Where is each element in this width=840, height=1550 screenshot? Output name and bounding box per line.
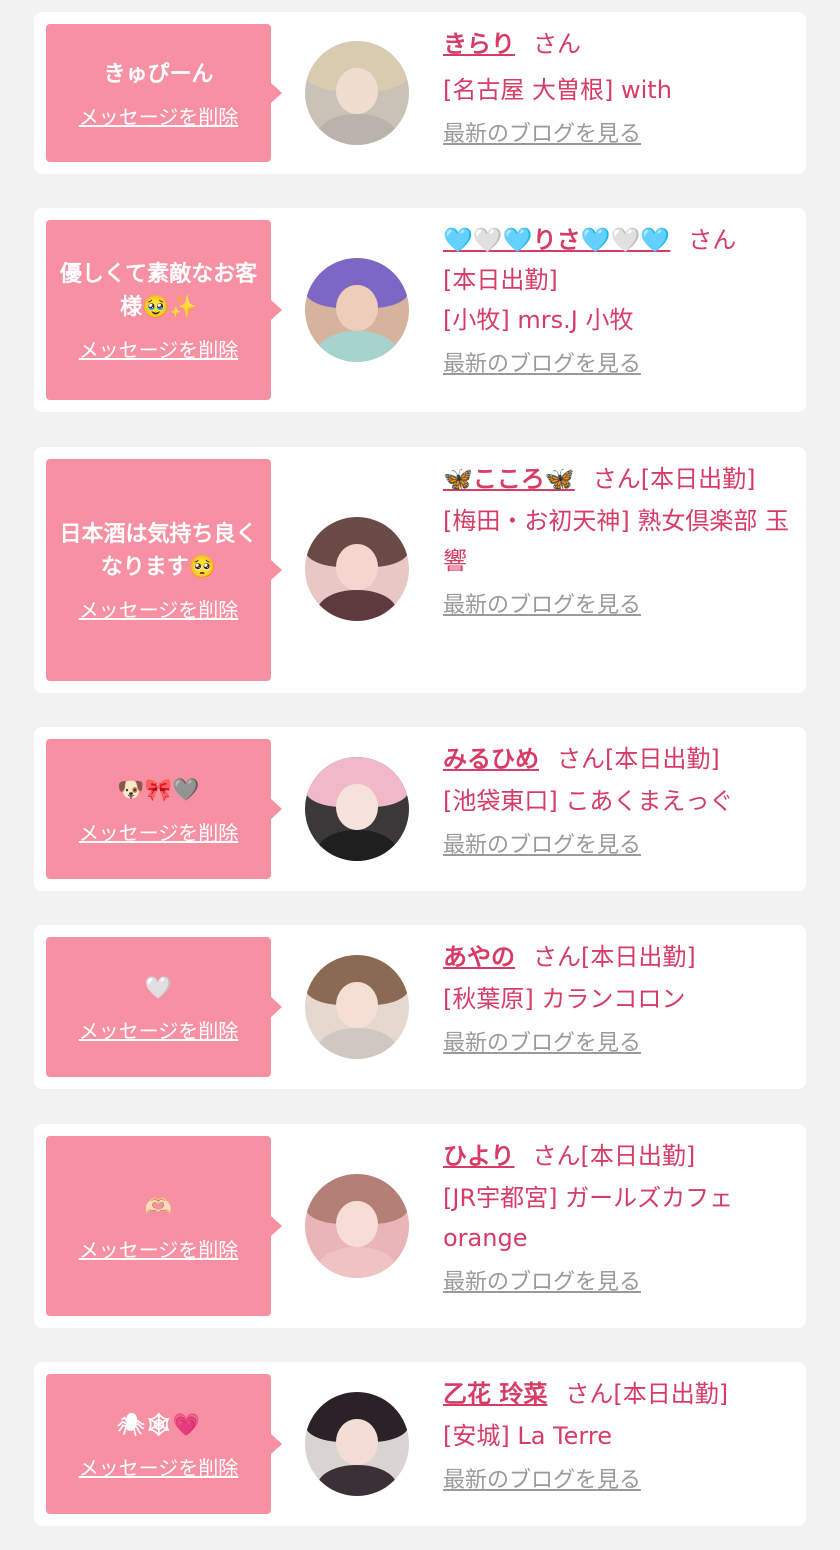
cast-info: ひより さん[本日出勤] [JR宇都宮] ガールズカフェorange 最新のブログ… [443, 1136, 795, 1301]
delete-message-link[interactable]: メッセージを削除 [79, 105, 239, 129]
honorific: さん [533, 30, 581, 58]
avatar[interactable] [305, 517, 409, 621]
cast-name-link[interactable]: 🦋こころ🦋 [443, 465, 575, 493]
name-row: みるひめ さん[本日出勤] [443, 739, 795, 779]
message-bubble: きゅぴーん メッセージを削除 [46, 24, 282, 162]
shop-name: [安城] La Terre [443, 1422, 612, 1450]
message-card: 🕷🕸💗 メッセージを削除 乙花 玲菜 さん[本日出勤] [安城] La Terre… [34, 1362, 806, 1526]
avatar[interactable] [305, 1174, 409, 1278]
avatar[interactable] [305, 258, 409, 362]
cast-info: 🦋こころ🦋 さん[本日出勤] [梅田・お初天神] 熟女倶楽部 玉響 最新のブログを… [443, 459, 795, 624]
cast-info: あやの さん[本日出勤] [秋葉原] カランコロン 最新のブログを見る [443, 937, 795, 1062]
shop-name: [池袋東口] こあくまえっぐ [443, 787, 734, 815]
shop-name: [小牧] mrs.J 小牧 [443, 306, 634, 334]
shop-name: [梅田・お初天神] 熟女倶楽部 玉響 [443, 507, 789, 575]
shop-name: [名古屋 大曽根] with [443, 76, 672, 104]
honorific: さん [592, 465, 641, 493]
work-status: [本日出勤] [640, 465, 756, 493]
honorific: さん [565, 1380, 614, 1408]
message-text: 日本酒は気持ち良くなります🥺 [59, 522, 258, 580]
delete-message-link[interactable]: メッセージを削除 [79, 1456, 239, 1480]
message-text: 優しくて素敵なお客様🥹✨ [59, 262, 258, 320]
message-card: 優しくて素敵なお客様🥹✨ メッセージを削除 🩵🤍🩵りさ🩵🤍🩵 さん [本日出勤] … [34, 208, 806, 412]
cast-info: みるひめ さん[本日出勤] [池袋東口] こあくまえっぐ 最新のブログを見る [443, 739, 795, 864]
message-bubble: 🫶🏻 メッセージを削除 [46, 1136, 282, 1316]
name-row: 🩵🤍🩵りさ🩵🤍🩵 さん [443, 220, 795, 260]
message-text: 🕷🕸💗 [116, 1412, 201, 1438]
work-status: [本日出勤] [613, 1380, 729, 1408]
latest-blog-link[interactable]: 最新のブログを見る [443, 1268, 641, 1298]
name-row: 🦋こころ🦋 さん[本日出勤] [443, 459, 795, 499]
message-bubble: 優しくて素敵なお客様🥹✨ メッセージを削除 [46, 220, 282, 400]
avatar[interactable] [305, 41, 409, 145]
cast-name-link[interactable]: 乙花 玲菜 [443, 1380, 547, 1408]
cast-info: 🩵🤍🩵りさ🩵🤍🩵 さん [本日出勤] [小牧] mrs.J 小牧 最新のブログを見… [443, 220, 795, 383]
delete-message-link[interactable]: メッセージを削除 [79, 821, 239, 845]
delete-message-link[interactable]: メッセージを削除 [79, 338, 239, 362]
latest-blog-link[interactable]: 最新のブログを見る [443, 120, 641, 150]
avatar[interactable] [305, 757, 409, 861]
work-status: [本日出勤] [605, 745, 720, 773]
latest-blog-link[interactable]: 最新のブログを見る [443, 591, 641, 621]
avatar[interactable] [305, 955, 409, 1059]
message-card: きゅぴーん メッセージを削除 きらり さん [名古屋 大曽根] with 最新のブ… [34, 12, 806, 174]
cast-name-link[interactable]: みるひめ [443, 745, 539, 773]
message-card: 🐶🎀🩶 メッセージを削除 みるひめ さん[本日出勤] [池袋東口] こあくまえっぐ… [34, 727, 806, 891]
name-row: 乙花 玲菜 さん[本日出勤] [443, 1374, 795, 1414]
name-row: ひより さん[本日出勤] [443, 1136, 795, 1176]
cast-name-link[interactable]: きらり [443, 30, 515, 58]
honorific: さん [557, 745, 605, 773]
latest-blog-link[interactable]: 最新のブログを見る [443, 831, 641, 861]
message-card: 日本酒は気持ち良くなります🥺 メッセージを削除 🦋こころ🦋 さん[本日出勤] [梅… [34, 447, 806, 693]
delete-message-link[interactable]: メッセージを削除 [79, 598, 239, 622]
avatar[interactable] [305, 1392, 409, 1496]
delete-message-link[interactable]: メッセージを削除 [79, 1238, 239, 1262]
message-bubble: 日本酒は気持ち良くなります🥺 メッセージを削除 [46, 459, 282, 681]
message-bubble: 🐶🎀🩶 メッセージを削除 [46, 739, 282, 879]
delete-message-link[interactable]: メッセージを削除 [79, 1019, 239, 1043]
honorific: さん [532, 1142, 581, 1170]
honorific: さん [533, 943, 581, 971]
latest-blog-link[interactable]: 最新のブログを見る [443, 1029, 641, 1059]
work-status: [本日出勤] [443, 266, 558, 294]
message-text: きゅぴーん [103, 61, 214, 87]
name-row: きらり さん [443, 24, 795, 64]
message-bubble: 🕷🕸💗 メッセージを削除 [46, 1374, 282, 1514]
latest-blog-link[interactable]: 最新のブログを見る [443, 1466, 641, 1496]
work-status: [本日出勤] [580, 1142, 696, 1170]
message-card: 🤍 メッセージを削除 あやの さん[本日出勤] [秋葉原] カランコロン 最新のブ… [34, 925, 806, 1089]
honorific: さん [688, 226, 737, 254]
cast-info: きらり さん [名古屋 大曽根] with 最新のブログを見る [443, 24, 795, 153]
name-row: あやの さん[本日出勤] [443, 937, 795, 977]
message-card: 🫶🏻 メッセージを削除 ひより さん[本日出勤] [JR宇都宮] ガールズカフェo… [34, 1124, 806, 1328]
shop-name: [秋葉原] カランコロン [443, 985, 686, 1013]
message-text: 🤍 [144, 975, 173, 1001]
cast-name-link[interactable]: 🩵🤍🩵りさ🩵🤍🩵 [443, 226, 670, 254]
cast-name-link[interactable]: あやの [443, 943, 515, 971]
message-text: 🐶🎀🩶 [117, 777, 200, 803]
message-text: 🫶🏻 [144, 1194, 173, 1220]
cast-name-link[interactable]: ひより [443, 1142, 515, 1170]
latest-blog-link[interactable]: 最新のブログを見る [443, 350, 641, 380]
cast-info: 乙花 玲菜 さん[本日出勤] [安城] La Terre 最新のブログを見る [443, 1374, 795, 1499]
message-bubble: 🤍 メッセージを削除 [46, 937, 282, 1077]
work-status: [本日出勤] [581, 943, 696, 971]
message-list: きゅぴーん メッセージを削除 きらり さん [名古屋 大曽根] with 最新のブ… [0, 0, 840, 1550]
shop-name: [JR宇都宮] ガールズカフェorange [443, 1184, 734, 1252]
